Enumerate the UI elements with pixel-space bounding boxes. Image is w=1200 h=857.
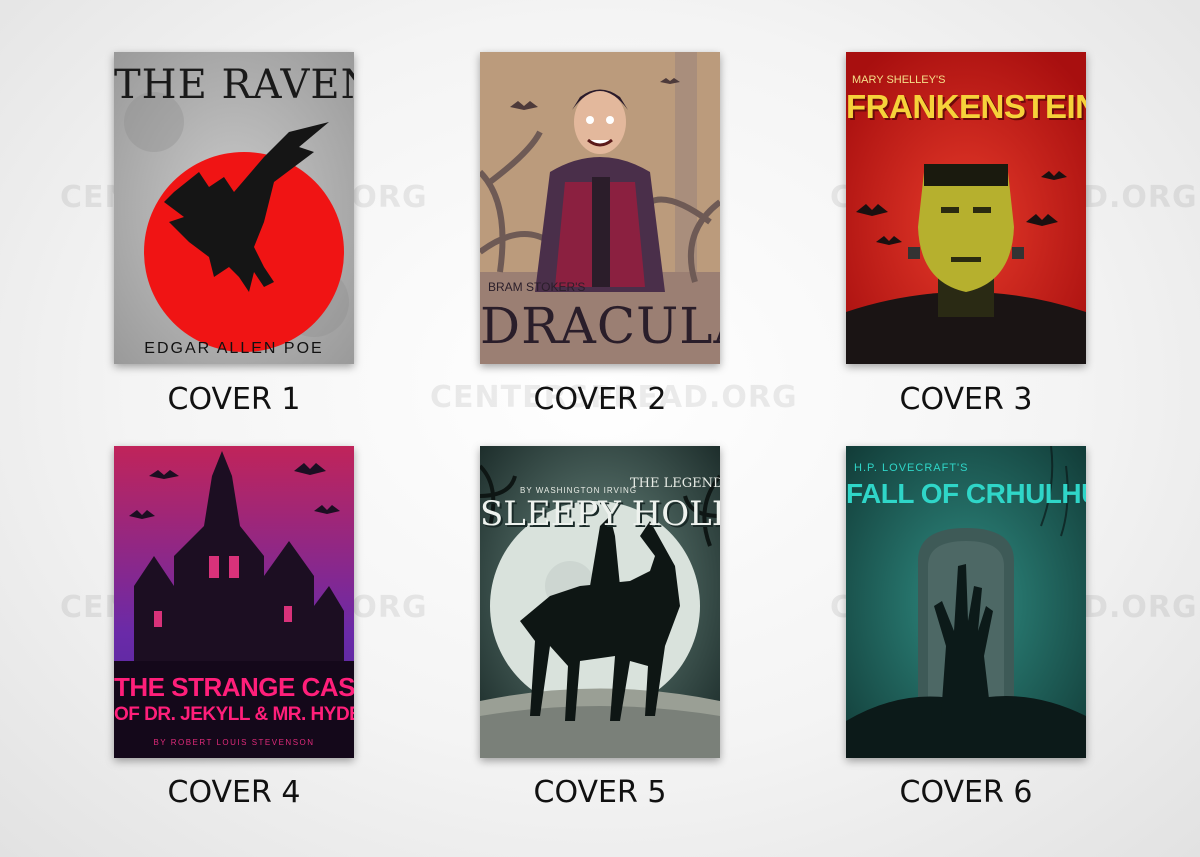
cover-author: BY ROBERT LOUIS STEVENSON: [153, 738, 315, 747]
cover-title-line1: THE STRANGE CASE: [114, 672, 354, 702]
cover-title-line1: THE LEGEND OF: [630, 476, 720, 491]
cover-frankenstein[interactable]: MARY SHELLEY'S FRANKENSTEIN: [846, 52, 1086, 364]
cover-title-line2: OF DR. JEKYLL & MR. HYDE: [114, 704, 354, 725]
cover-label: COVER 3: [899, 382, 1033, 417]
cover-title: DRACULA: [480, 297, 720, 355]
cover-sleepy-hollow[interactable]: BY WASHINGTON IRVING THE LEGEND OF SLEEP…: [480, 446, 720, 758]
cover-label: COVER 1: [167, 382, 301, 417]
cover-title: FRANKENSTEIN: [846, 88, 1086, 125]
cover-label: COVER 4: [167, 775, 301, 810]
cover-label: COVER 5: [533, 775, 667, 810]
cover-title: FALL OF CRHULHU: [846, 478, 1086, 509]
cover-title-line2: SLEEPY HOLLOW: [480, 494, 720, 534]
cover-author: BRAM STOKER'S: [488, 280, 586, 294]
cover-fall-of-crhulhu[interactable]: H.P. LOVECRAFT'S FALL OF CRHULHU: [846, 446, 1086, 758]
cover-jekyll-hyde[interactable]: THE STRANGE CASE OF DR. JEKYLL & MR. HYD…: [114, 446, 354, 758]
cover-the-raven[interactable]: THE RAVEN EDGAR ALLEN POE: [114, 52, 354, 364]
cover-title: THE RAVEN: [114, 62, 354, 108]
cover-author: EDGAR ALLEN POE: [144, 340, 324, 357]
cover-label: COVER 2: [533, 382, 667, 417]
cover-label: COVER 6: [899, 775, 1033, 810]
cover-author: MARY SHELLEY'S: [852, 74, 946, 86]
cover-dracula[interactable]: BRAM STOKER'S DRACULA: [480, 52, 720, 364]
cover-author: H.P. LOVECRAFT'S: [854, 462, 969, 474]
